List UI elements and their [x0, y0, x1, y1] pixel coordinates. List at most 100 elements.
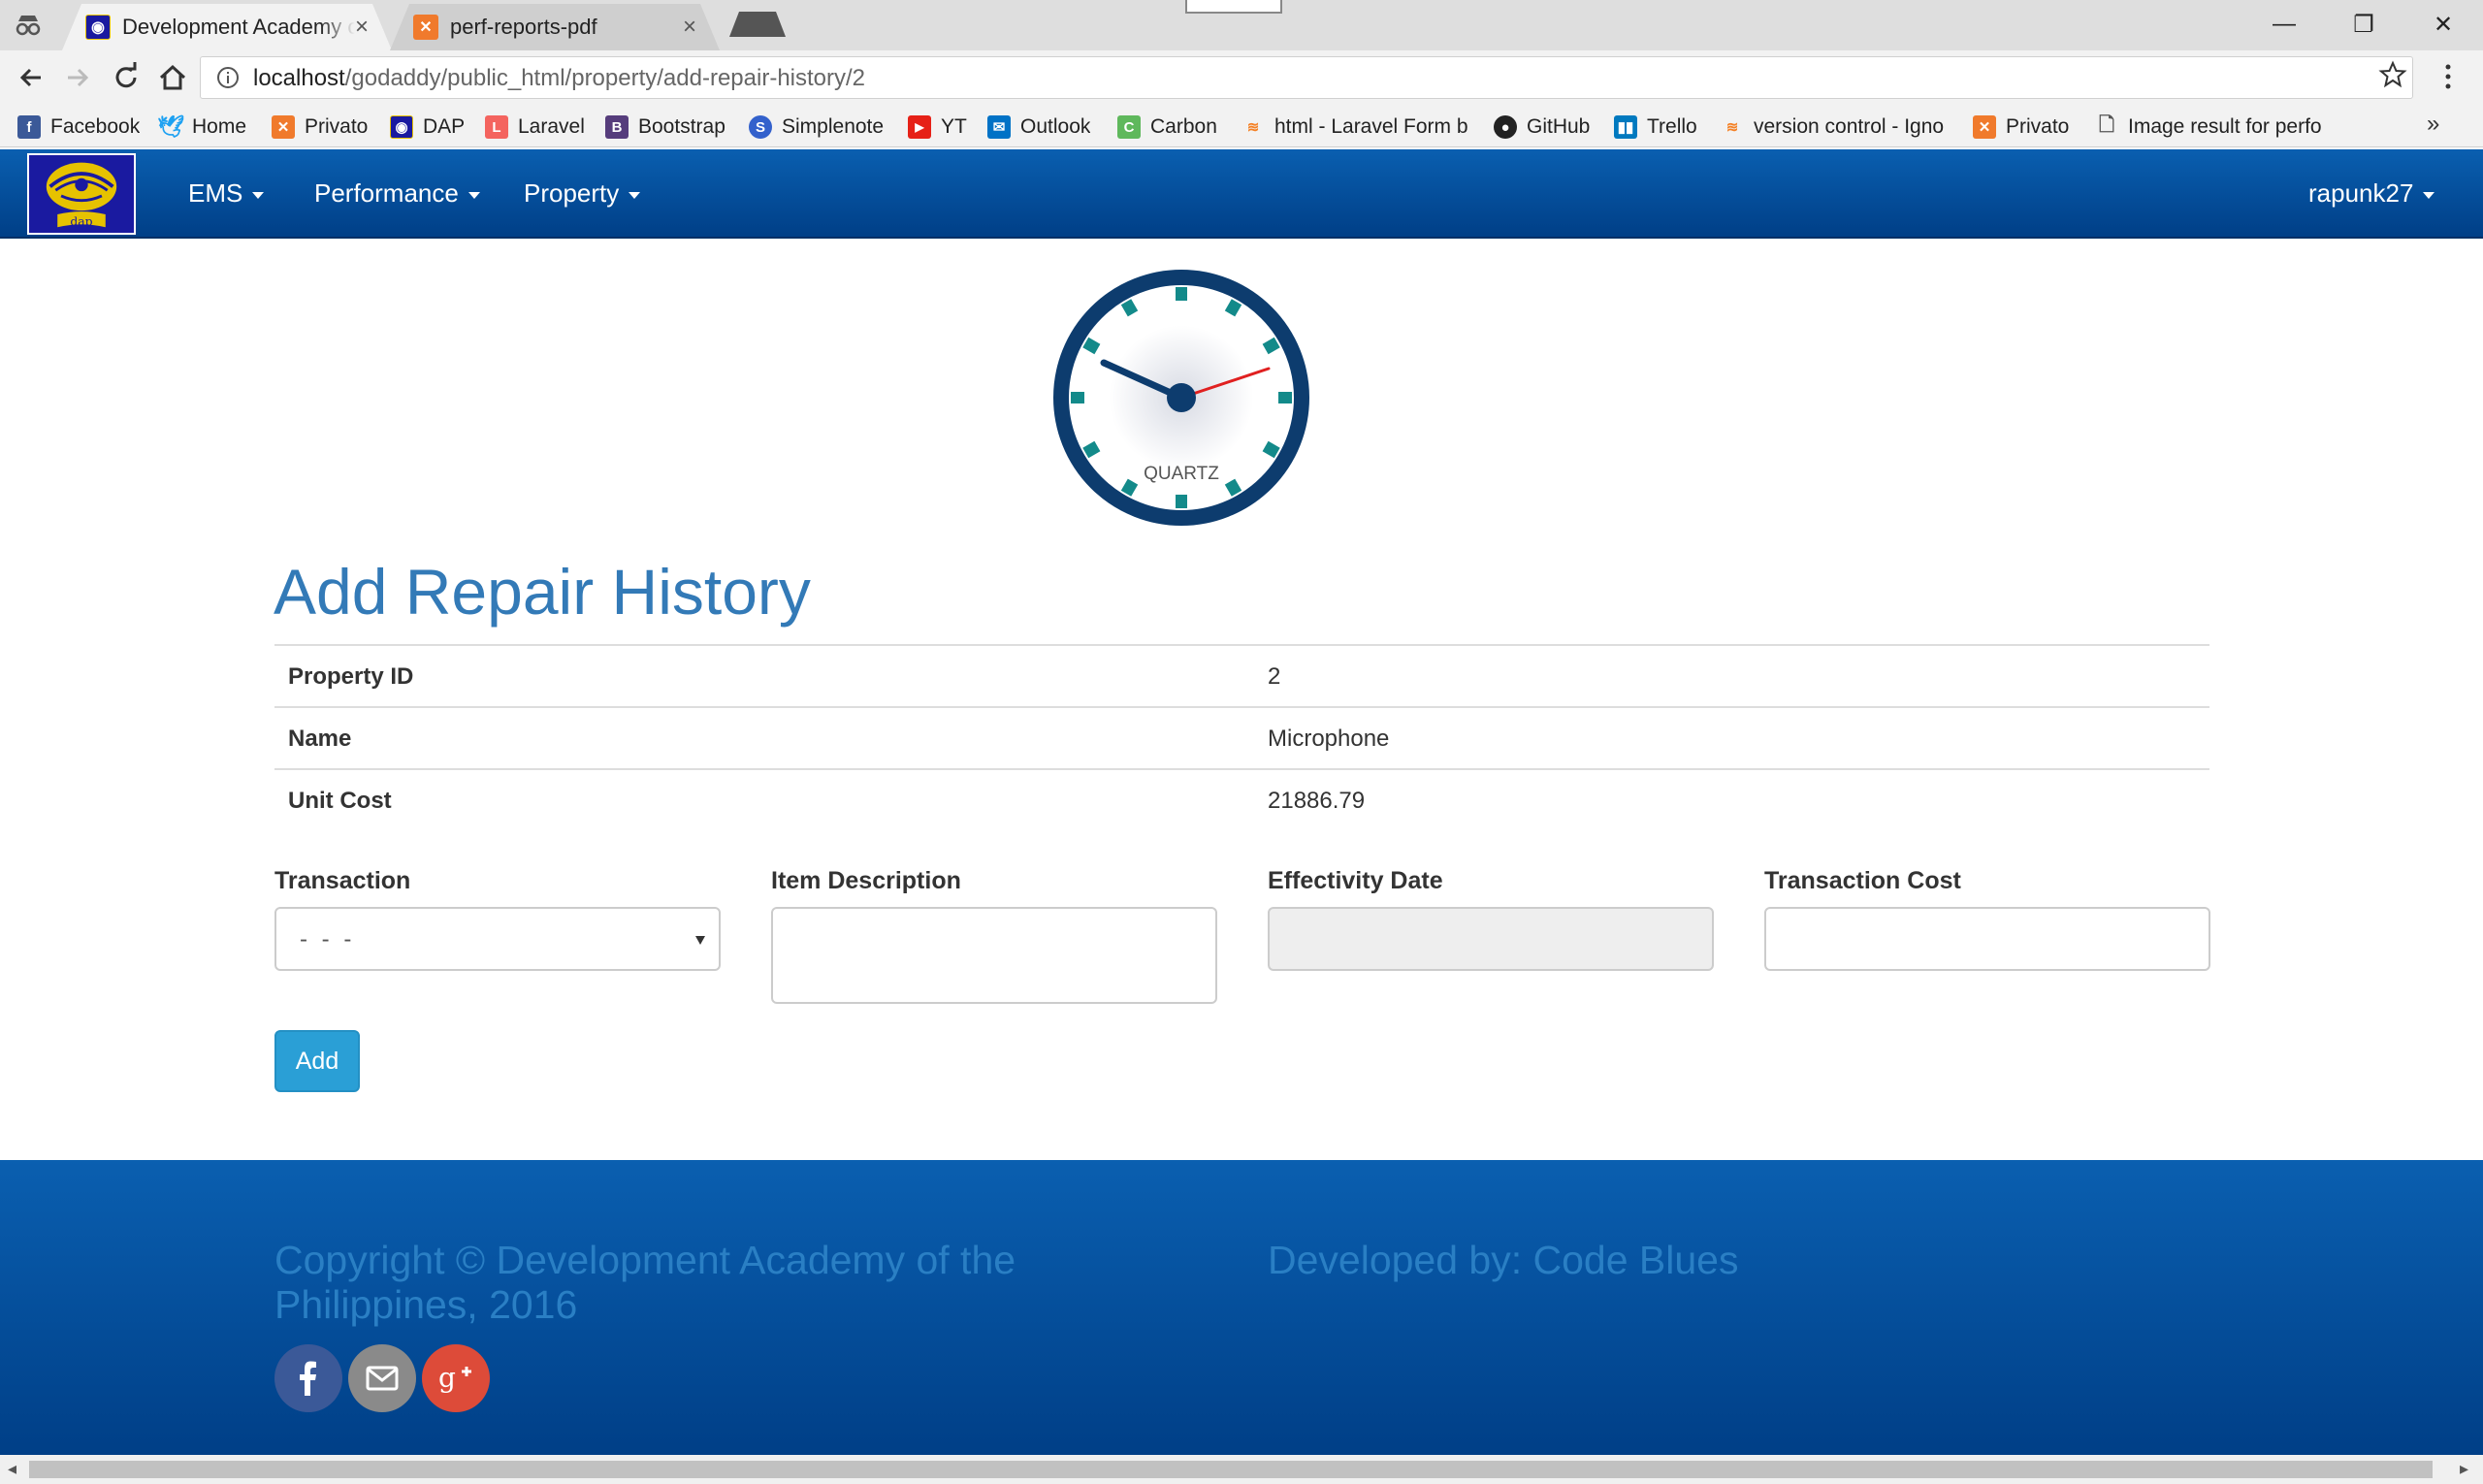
tab-close-icon[interactable]: ×	[683, 14, 696, 41]
home-icon[interactable]	[155, 60, 190, 95]
back-arrow-icon[interactable]	[14, 60, 48, 95]
effectivity-date-input[interactable]	[1268, 907, 1714, 971]
bookmark-facebook[interactable]: f Facebook	[17, 113, 140, 142]
bookmark-yt[interactable]: ▶ YT	[908, 113, 967, 142]
forward-arrow-icon[interactable]	[60, 60, 95, 95]
bookmark-home[interactable]: 🕊 Home	[157, 113, 246, 142]
add-button[interactable]: Add	[274, 1030, 360, 1092]
new-tab-button[interactable]	[729, 12, 788, 37]
transaction-cost-label: Transaction Cost	[1764, 867, 1961, 894]
dap-logo[interactable]: dap	[27, 153, 136, 235]
bookmark-bootstrap[interactable]: B Bootstrap	[605, 113, 726, 142]
nav-performance-dropdown[interactable]: Performance	[314, 178, 480, 209]
bootstrap-icon: B	[605, 115, 629, 139]
scrollbar-thumb[interactable]	[29, 1461, 2433, 1478]
outlook-icon: ✉	[987, 115, 1011, 139]
close-window-button[interactable]: ✕	[2403, 0, 2483, 48]
footer-developer: Developed by: Code Blues	[1268, 1238, 1739, 1282]
scroll-right-icon[interactable]: ▸	[2460, 1459, 2468, 1479]
svg-text:g: g	[438, 1362, 456, 1394]
reload-icon[interactable]	[109, 60, 144, 95]
facebook-share-button[interactable]	[274, 1344, 342, 1412]
envelope-icon	[366, 1366, 399, 1391]
detail-key: Unit Cost	[288, 788, 392, 814]
transaction-select[interactable]: - - -	[274, 907, 721, 971]
window-drag-handle	[1185, 0, 1282, 14]
stackoverflow-icon: ≋	[1246, 119, 1260, 136]
bookmarks-bar: f Facebook 🕊 Home ✕ Privato ◉ DAP L Laravel B…	[0, 105, 2483, 147]
horizontal-scrollbar[interactable]: ◂ ▸	[0, 1455, 2483, 1484]
detail-value: 21886.79	[1268, 788, 1366, 814]
transaction-label: Transaction	[274, 867, 411, 894]
incognito-icon	[16, 16, 41, 36]
tab-title: Development Academy of the Philippines	[122, 15, 355, 39]
caret-down-icon	[252, 191, 265, 199]
carbon-icon: C	[1117, 115, 1141, 139]
bookmark-dap[interactable]: ◉ DAP	[390, 113, 465, 142]
bookmark-laravel[interactable]: L Laravel	[485, 113, 585, 142]
facebook-icon	[300, 1361, 316, 1396]
xampp-icon: ✕	[1973, 115, 1996, 139]
item-description-textarea[interactable]	[771, 907, 1217, 1004]
bookmark-carbon[interactable]: C Carbon	[1117, 113, 1217, 142]
tab-close-icon[interactable]: ×	[355, 14, 369, 41]
clock-label: QUARTZ	[1144, 464, 1219, 484]
minimize-button[interactable]: —	[2244, 0, 2324, 48]
detail-value: 2	[1268, 663, 1281, 690]
nav-property-dropdown[interactable]: Property	[524, 178, 641, 209]
tab-development-academy[interactable]: ◉ Development Academy of the Philippines…	[62, 4, 392, 50]
github-icon: ●	[1494, 115, 1517, 139]
email-share-button[interactable]	[348, 1344, 416, 1412]
dropdown-arrow-icon	[695, 936, 705, 945]
xampp-icon: ✕	[272, 115, 295, 139]
info-icon[interactable]	[216, 66, 240, 89]
table-row: Unit Cost 21886.79	[274, 768, 2209, 830]
table-row: Property ID 2	[274, 644, 2209, 706]
twitter-icon: 🕊	[157, 114, 184, 139]
tab-perf-reports-pdf[interactable]: ✕ perf-reports-pdf ×	[390, 4, 720, 50]
bookmark-privato[interactable]: ✕ Privato	[272, 113, 368, 142]
bookmark-image-result[interactable]: 🗋 Image result for perfo	[2095, 113, 2328, 142]
clock-tick	[1071, 392, 1084, 403]
detail-key: Name	[288, 726, 352, 752]
caret-down-icon	[468, 191, 480, 199]
laravel-icon: L	[485, 115, 508, 139]
browser-menu-icon[interactable]	[2442, 62, 2454, 91]
simplenote-icon: S	[749, 115, 772, 139]
nav-ems-dropdown[interactable]: EMS	[188, 178, 265, 209]
address-bar[interactable]: localhost/godaddy/public_html/property/a…	[200, 56, 2413, 99]
transaction-cost-input[interactable]	[1764, 907, 2210, 971]
bookmark-trello[interactable]: ▮▮ Trello	[1614, 113, 1697, 142]
page-title: Add Repair History	[274, 556, 811, 628]
footer-copyright: Copyright © Development Academy of the P…	[274, 1238, 1016, 1327]
bookmark-star-icon[interactable]	[2378, 60, 2407, 89]
bookmark-html-laravel-form[interactable]: ≋ html - Laravel Form b	[1242, 113, 1478, 142]
clock-tick	[1278, 392, 1292, 403]
footer: Copyright © Development Academy of the P…	[0, 1160, 2483, 1455]
bookmark-privato-2[interactable]: ✕ Privato	[1973, 113, 2069, 142]
bookmark-github[interactable]: ● GitHub	[1494, 113, 1590, 142]
caret-down-icon	[2423, 191, 2435, 199]
more-bookmarks-icon[interactable]: »	[2427, 111, 2439, 138]
bookmark-version-control[interactable]: ≋ version control - Igno	[1721, 113, 1951, 142]
google-plus-share-button[interactable]: g	[422, 1344, 490, 1412]
url-text: localhost/godaddy/public_html/property/a…	[253, 65, 866, 91]
svg-text:dap: dap	[70, 214, 92, 228]
google-plus-icon: g	[438, 1362, 471, 1394]
property-details-table: Property ID 2 Name Microphone Unit Cost …	[274, 644, 2209, 830]
browser-titlebar: ◉ Development Academy of the Philippines…	[0, 0, 2483, 50]
xampp-favicon-icon: ✕	[413, 15, 438, 40]
trello-icon: ▮▮	[1614, 115, 1637, 139]
user-menu-dropdown[interactable]: rapunk27	[2308, 178, 2435, 209]
scroll-left-icon[interactable]: ◂	[8, 1459, 16, 1479]
facebook-icon: f	[17, 115, 41, 139]
caret-down-icon	[629, 191, 641, 199]
clock-tick	[1176, 495, 1187, 508]
dap-favicon-icon: ◉	[85, 15, 111, 40]
bookmark-simplenote[interactable]: S Simplenote	[749, 113, 884, 142]
restore-button[interactable]: ❐	[2324, 0, 2403, 48]
bookmark-outlook[interactable]: ✉ Outlook	[987, 113, 1090, 142]
stackoverflow-icon: ≋	[1725, 119, 1739, 136]
detail-value: Microphone	[1268, 726, 1390, 752]
detail-key: Property ID	[288, 663, 414, 690]
